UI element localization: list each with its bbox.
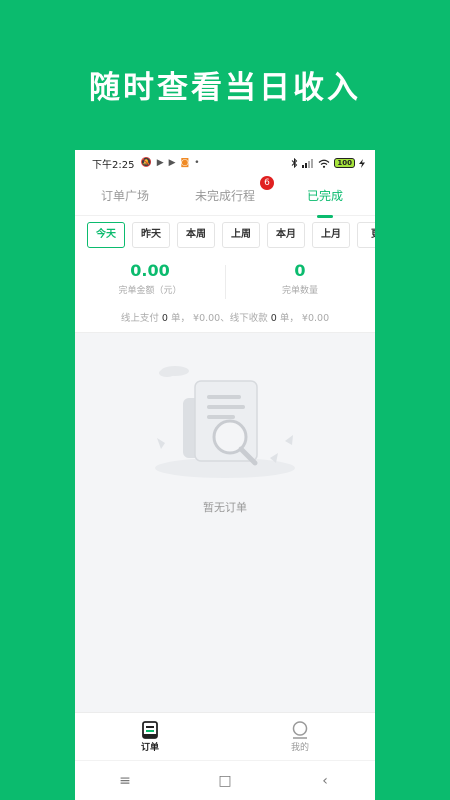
empty-orders-illustration-icon (155, 366, 295, 478)
nav-profile-label: 我的 (290, 743, 309, 753)
charging-icon (359, 158, 365, 168)
tab-unfinished-trips[interactable]: 未完成行程 6 (175, 176, 275, 204)
tab-label: 未完成行程 (194, 189, 255, 203)
nav-orders[interactable]: 订单 (75, 713, 225, 760)
filter-this-week[interactable]: 本周 (177, 222, 215, 248)
amount-stat: 0.00 完单金额（元） (75, 262, 225, 302)
offline-pay-count: 0 (270, 313, 277, 324)
user-profile-icon (292, 721, 308, 739)
more-dot-icon: • (194, 157, 200, 168)
online-pay-label: 线上支付 (120, 313, 159, 324)
promo-headline: 随时查看当日收入 (89, 70, 361, 106)
order-list-empty: 暂无订单 (75, 332, 375, 712)
nav-orders-label: 订单 (140, 743, 159, 753)
filter-more[interactable]: 更 (357, 222, 375, 248)
online-pay-amount: ¥0.00 (193, 313, 221, 324)
filter-last-week[interactable]: 上周 (222, 222, 260, 248)
count-value: 0 (294, 261, 306, 280)
notification-icons: 🔕 ▶ ▶ ◙ • (140, 157, 291, 168)
play-store-icon: ▶ (168, 157, 176, 168)
filter-today[interactable]: 今天 (87, 222, 125, 248)
wifi-icon (318, 159, 330, 168)
status-right: 100 (291, 158, 365, 168)
unfinished-count-badge: 6 (260, 176, 274, 190)
app-notification-icon: ◙ (180, 157, 190, 168)
count-label: 完单数量 (281, 286, 318, 296)
back-button[interactable]: ‹ (295, 773, 355, 789)
tab-completed[interactable]: 已完成 (275, 187, 375, 218)
tab-order-plaza[interactable]: 订单广场 (75, 187, 175, 204)
online-pay-unit: 单， (170, 313, 190, 324)
offline-pay-label: 线下收款 (229, 313, 268, 324)
status-bar: 下午2:25 🔕 ▶ ▶ ◙ • 100 (75, 150, 375, 176)
amount-value: 0.00 (130, 261, 170, 280)
count-stat: 0 完单数量 (225, 262, 375, 302)
order-doc-icon (142, 721, 158, 739)
filter-yesterday[interactable]: 昨天 (132, 222, 170, 248)
home-button[interactable]: □ (195, 773, 255, 789)
filter-last-month[interactable]: 上月 (312, 222, 350, 248)
payment-summary: 线上支付 0 单， ¥0.00、线下收款 0 单， ¥0.00 (120, 313, 330, 324)
order-tabs: 订单广场 未完成行程 6 已完成 (75, 176, 375, 218)
status-time: 下午2:25 (92, 159, 135, 171)
active-tab-indicator (317, 215, 333, 218)
filter-this-month[interactable]: 本月 (267, 222, 305, 248)
nav-profile[interactable]: 我的 (225, 713, 375, 760)
amount-label: 完单金额（元） (118, 286, 182, 296)
online-pay-count: 0 (161, 313, 168, 324)
order-stats: 0.00 完单金额（元） 0 完单数量 (75, 262, 375, 302)
date-filter-bar: 今天 昨天 本周 上周 本月 上月 更 (87, 222, 375, 248)
battery-icon: 100 (334, 158, 355, 168)
signal-icon (302, 158, 314, 168)
offline-pay-amount: ¥0.00 (301, 313, 330, 324)
bottom-nav: 订单 我的 (75, 712, 375, 760)
offline-pay-unit: 单， (279, 313, 299, 324)
bell-off-icon: 🔕 (140, 157, 152, 168)
play-icon: ▶ (156, 157, 164, 168)
stat-divider (225, 265, 226, 299)
tab-label: 订单广场 (100, 189, 149, 203)
bluetooth-icon (292, 158, 298, 168)
phone-screen: 下午2:25 🔕 ▶ ▶ ◙ • 100 订单广场 未完成行程 6 已完成 今天… (75, 150, 375, 800)
system-navigation: ≡ □ ‹ (75, 760, 375, 800)
tab-label: 已完成 (306, 189, 343, 203)
menu-button[interactable]: ≡ (95, 773, 155, 789)
empty-message: 暂无订单 (203, 501, 247, 514)
